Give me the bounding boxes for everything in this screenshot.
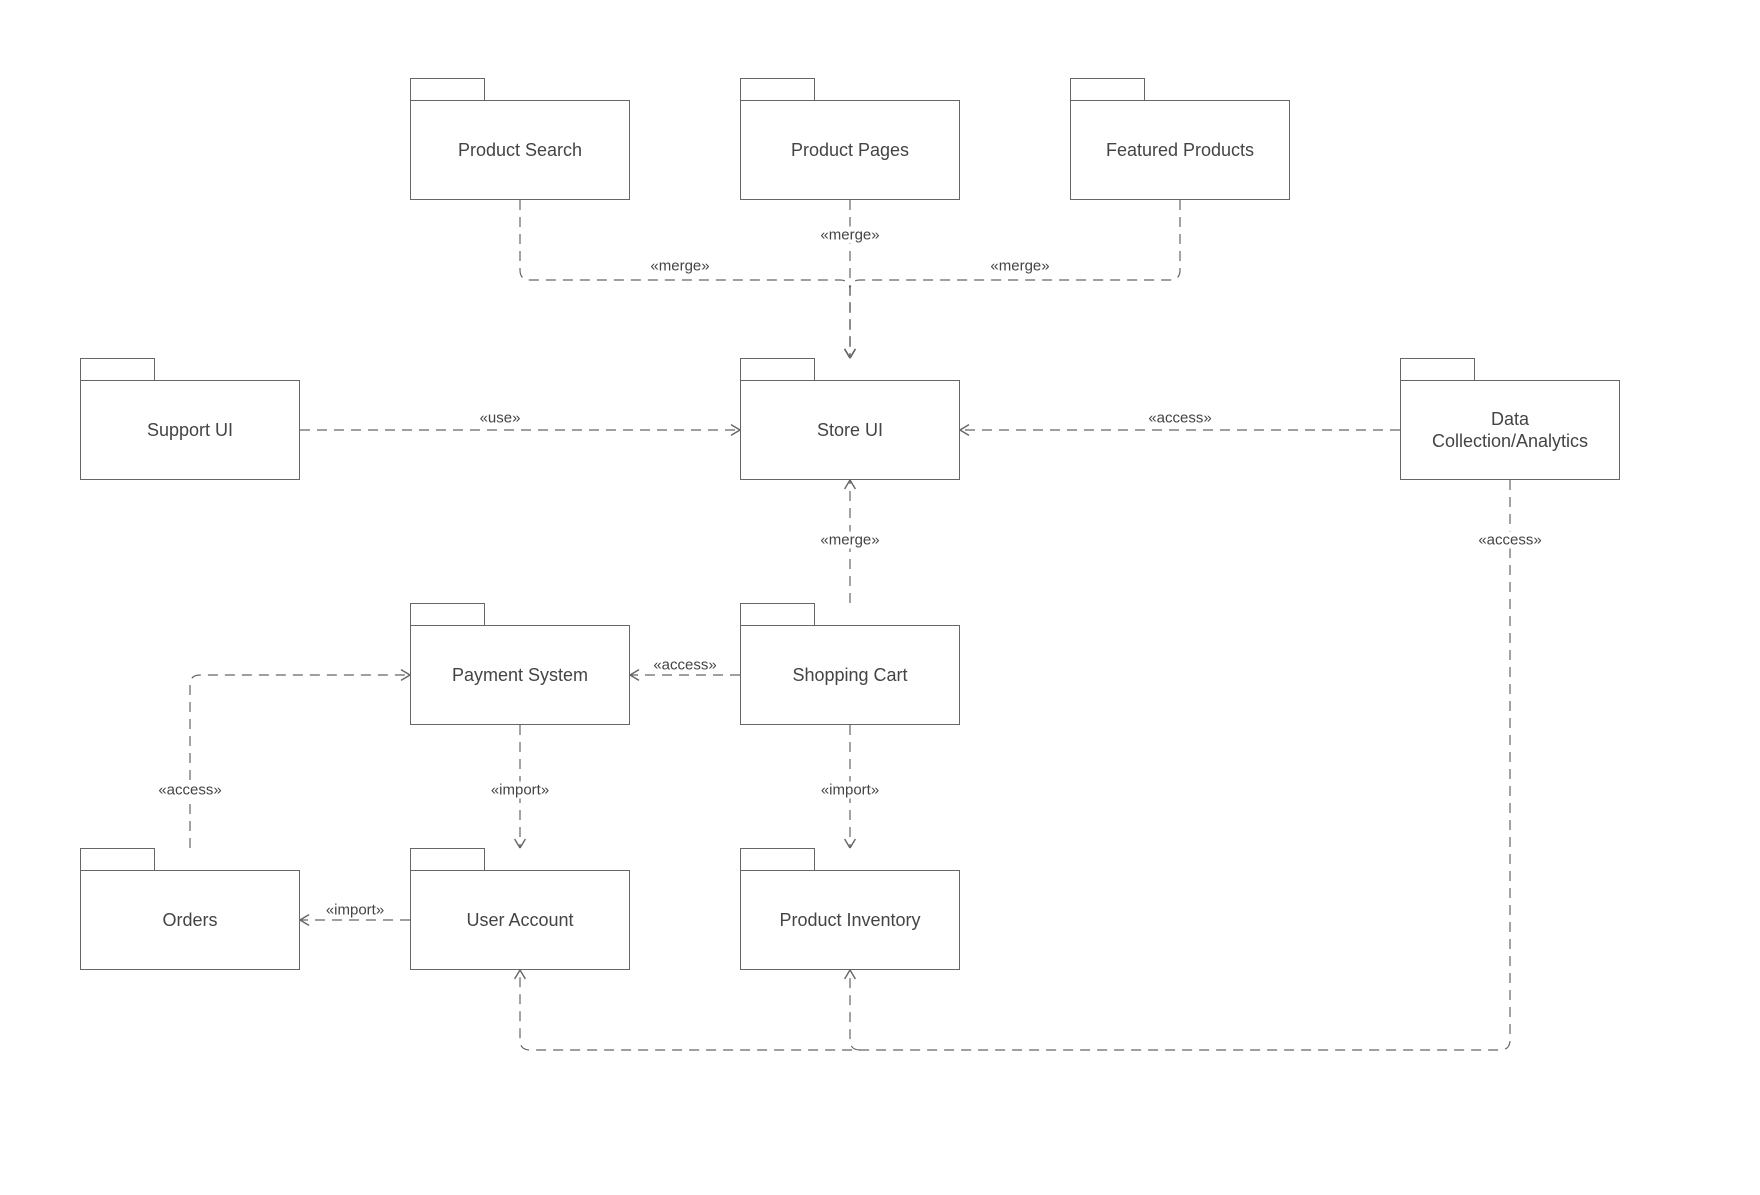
package-tab-icon xyxy=(740,848,815,870)
package-label: Product Search xyxy=(410,100,630,200)
package-product-search[interactable]: Product Search xyxy=(410,100,630,200)
package-product-pages[interactable]: Product Pages xyxy=(740,100,960,200)
edge-label: «access» xyxy=(1146,410,1213,427)
package-tab-icon xyxy=(410,603,485,625)
edge-label: «use» xyxy=(478,410,523,427)
package-label: Shopping Cart xyxy=(740,625,960,725)
package-cart[interactable]: Shopping Cart xyxy=(740,625,960,725)
edge-e13 xyxy=(850,970,860,1050)
package-tab-icon xyxy=(80,848,155,870)
package-tab-icon xyxy=(740,358,815,380)
package-label: Payment System xyxy=(410,625,630,725)
package-user-account[interactable]: User Account xyxy=(410,870,630,970)
edge-label: «merge» xyxy=(648,258,711,275)
arrowhead-icon xyxy=(845,480,856,489)
arrowhead-icon xyxy=(515,839,526,848)
package-analytics[interactable]: Data Collection/Analytics xyxy=(1400,380,1620,480)
package-label: User Account xyxy=(410,870,630,970)
package-featured[interactable]: Featured Products xyxy=(1070,100,1290,200)
edge-label: «access» xyxy=(156,782,223,799)
package-tab-icon xyxy=(1400,358,1475,380)
arrowhead-icon xyxy=(731,425,740,436)
package-tab-icon xyxy=(80,358,155,380)
arrowhead-icon xyxy=(845,349,856,358)
arrowhead-icon xyxy=(300,915,309,926)
edge-label: «merge» xyxy=(818,532,881,549)
arrowhead-icon xyxy=(845,970,856,979)
edge-e3 xyxy=(850,200,1180,358)
arrowhead-icon xyxy=(630,670,639,681)
edge-label: «merge» xyxy=(988,258,1051,275)
package-store-ui[interactable]: Store UI xyxy=(740,380,960,480)
package-tab-icon xyxy=(740,78,815,100)
edge-label: «access» xyxy=(1476,532,1543,549)
arrowhead-icon xyxy=(845,839,856,848)
edge-label: «merge» xyxy=(818,227,881,244)
package-support-ui[interactable]: Support UI xyxy=(80,380,300,480)
arrowhead-icon xyxy=(845,349,856,358)
edge-e1 xyxy=(520,200,850,358)
package-inventory[interactable]: Product Inventory xyxy=(740,870,960,970)
package-label: Support UI xyxy=(80,380,300,480)
package-label: Product Pages xyxy=(740,100,960,200)
package-label: Featured Products xyxy=(1070,100,1290,200)
edge-label: «import» xyxy=(489,782,551,799)
diagram-canvas: Product Search Product Pages Featured Pr… xyxy=(0,0,1760,1195)
package-orders[interactable]: Orders xyxy=(80,870,300,970)
arrowhead-icon xyxy=(515,970,526,979)
package-tab-icon xyxy=(740,603,815,625)
package-label: Data Collection/Analytics xyxy=(1400,380,1620,480)
arrowhead-icon xyxy=(960,425,969,436)
package-tab-icon xyxy=(410,848,485,870)
package-label: Store UI xyxy=(740,380,960,480)
edge-label: «import» xyxy=(324,902,386,919)
edge-e12 xyxy=(520,480,1510,1050)
arrowhead-icon xyxy=(401,670,410,681)
package-payment[interactable]: Payment System xyxy=(410,625,630,725)
edge-label: «import» xyxy=(819,782,881,799)
package-tab-icon xyxy=(410,78,485,100)
edge-label: «access» xyxy=(651,657,718,674)
package-label: Product Inventory xyxy=(740,870,960,970)
package-label: Orders xyxy=(80,870,300,970)
edge-e11 xyxy=(190,675,410,848)
package-tab-icon xyxy=(1070,78,1145,100)
arrowhead-icon xyxy=(845,349,856,358)
